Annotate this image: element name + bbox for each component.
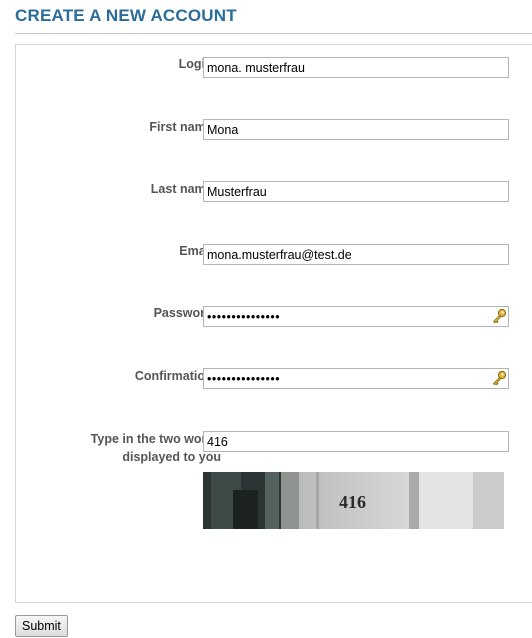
login-label: Login *	[31, 55, 221, 73]
last-name-label: Last name *	[31, 180, 221, 198]
last-name-input[interactable]	[203, 181, 509, 202]
key-icon[interactable]	[491, 370, 507, 386]
password-label: Password *	[31, 304, 221, 322]
first-name-input[interactable]	[203, 119, 509, 140]
submit-button[interactable]: Submit	[15, 615, 68, 637]
confirmation-field	[203, 368, 509, 389]
login-input[interactable]	[203, 57, 509, 78]
confirmation-label: Confirmation *	[31, 367, 221, 385]
key-icon[interactable]	[491, 308, 507, 324]
first-name-label: First name *	[31, 118, 221, 136]
email-label: Email *	[31, 242, 221, 260]
page-title: CREATE A NEW ACCOUNT	[15, 6, 237, 25]
confirmation-input[interactable]	[203, 368, 509, 389]
captcha-image: 416	[203, 472, 504, 529]
captcha-input[interactable]	[203, 431, 509, 452]
password-input[interactable]	[203, 306, 509, 327]
password-field	[203, 306, 509, 327]
email-input[interactable]	[203, 244, 509, 265]
title-divider	[15, 33, 532, 34]
captcha-image-text: 416	[339, 492, 366, 512]
captcha-label: Type in the two words displayed to you	[90, 432, 221, 464]
